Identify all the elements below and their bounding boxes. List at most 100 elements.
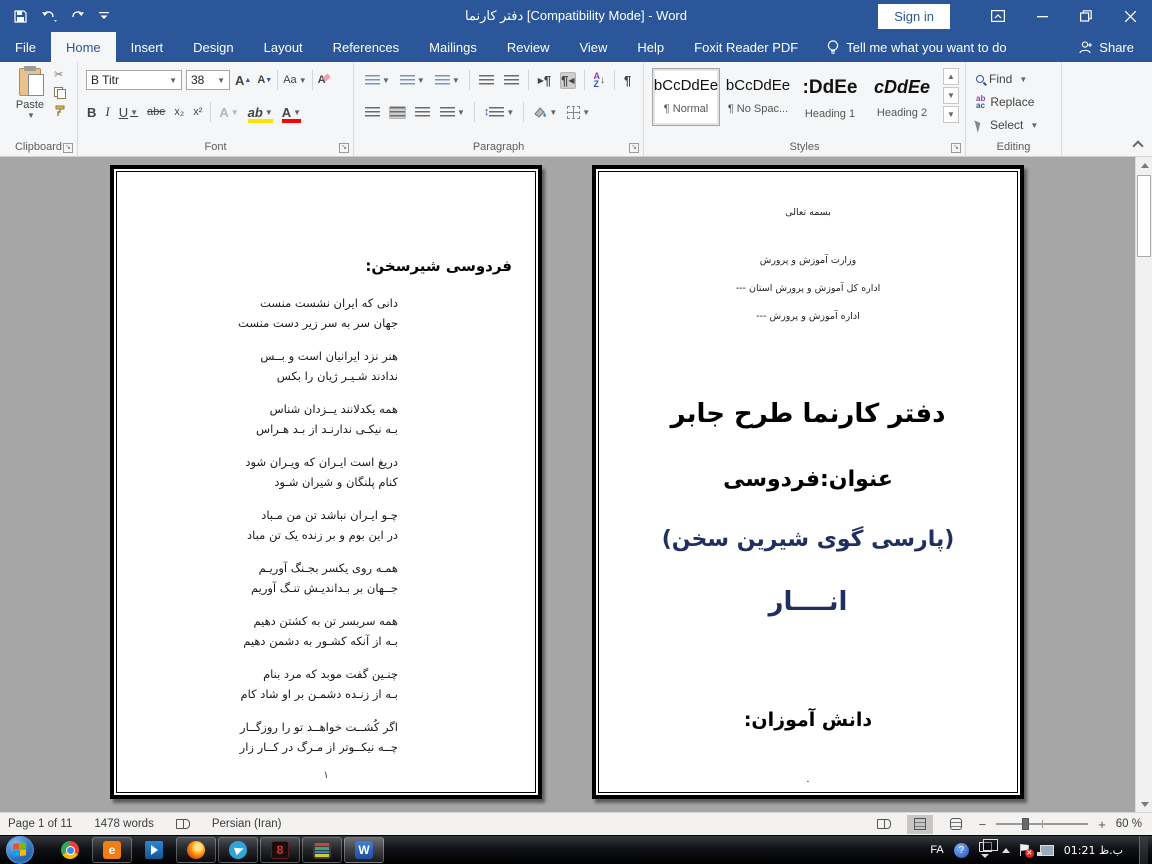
- format-painter-icon[interactable]: [54, 105, 66, 117]
- tab-design[interactable]: Design: [178, 32, 248, 62]
- cut-icon[interactable]: ✂: [54, 68, 66, 81]
- taskbar-chrome-button[interactable]: [50, 837, 90, 863]
- minimize-icon[interactable]: [1020, 0, 1064, 32]
- document-area[interactable]: فردوسی شیرسخن: دانی که ایران نشست منست ج…: [0, 157, 1152, 812]
- select-button[interactable]: Select▼: [976, 118, 1038, 132]
- multilevel-list-icon[interactable]: ▼: [434, 74, 461, 87]
- document-page-poem[interactable]: فردوسی شیرسخن: دانی که ایران نشست منست ج…: [110, 165, 542, 799]
- undo-icon[interactable]: [41, 10, 57, 23]
- font-color-button[interactable]: A▼: [281, 104, 302, 121]
- taskbar-word-button[interactable]: W: [344, 837, 384, 863]
- copy-icon[interactable]: [54, 87, 66, 99]
- tell-me-box[interactable]: Tell me what you want to do: [813, 32, 1020, 62]
- document-page-cover[interactable]: بسمه تعالی وزارت آموزش و پرورش اداره کل …: [592, 165, 1024, 799]
- ribbon-display-icon[interactable]: [976, 0, 1020, 32]
- styles-dialog-launcher[interactable]: ↘: [951, 143, 961, 153]
- styles-scroll-up-icon[interactable]: ▲: [943, 68, 959, 85]
- sort-icon[interactable]: AZ↓: [593, 71, 607, 89]
- start-button[interactable]: [6, 836, 34, 864]
- style-heading2[interactable]: cDdEe Heading 2: [868, 68, 936, 126]
- highlight-color-button[interactable]: ab▼: [247, 104, 274, 121]
- customize-qat-icon[interactable]: [99, 11, 109, 21]
- find-button[interactable]: Find▼: [976, 72, 1027, 86]
- zoom-level[interactable]: 60 %: [1116, 818, 1142, 830]
- vertical-scrollbar[interactable]: [1135, 157, 1152, 812]
- ltr-text-direction-icon[interactable]: ▶¶: [537, 72, 552, 89]
- scrollbar-thumb[interactable]: [1137, 175, 1151, 257]
- share-button[interactable]: Share: [1061, 32, 1152, 62]
- bullets-icon[interactable]: ▼: [364, 74, 391, 87]
- show-desktop-button[interactable]: [1139, 836, 1148, 864]
- tab-mailings[interactable]: Mailings: [414, 32, 492, 62]
- font-name-select[interactable]: B Titr▼: [86, 70, 182, 90]
- replace-button[interactable]: abac Replace: [976, 95, 1034, 109]
- italic-button[interactable]: I: [104, 103, 110, 121]
- subscript-button[interactable]: x₂: [173, 105, 185, 119]
- font-size-select[interactable]: 38▼: [186, 70, 230, 90]
- paste-button[interactable]: Paste ▼: [8, 68, 52, 134]
- clear-formatting-button[interactable]: A: [317, 73, 327, 87]
- taskbar-orange-e-app-button[interactable]: e: [92, 837, 132, 863]
- zoom-out-icon[interactable]: −: [979, 817, 987, 832]
- shrink-font-button[interactable]: A▼: [256, 73, 273, 87]
- clipboard-dialog-launcher[interactable]: ↘: [63, 143, 73, 153]
- action-center-flag-icon[interactable]: ✕: [1020, 844, 1030, 856]
- collapse-ribbon-icon[interactable]: [1132, 140, 1143, 151]
- taskbar-red-8-app-button[interactable]: 8: [260, 837, 300, 863]
- scroll-down-icon[interactable]: [1136, 796, 1152, 812]
- styles-more-icon[interactable]: ▼: [943, 106, 959, 123]
- language-indicator[interactable]: Persian (Iran): [212, 818, 282, 830]
- scroll-up-icon[interactable]: [1136, 157, 1152, 173]
- taskbar-arrow-app-button[interactable]: [134, 837, 174, 863]
- strikethrough-button[interactable]: abe: [146, 105, 166, 119]
- tab-insert[interactable]: Insert: [116, 32, 179, 62]
- save-icon[interactable]: [14, 10, 27, 23]
- align-left-icon[interactable]: [364, 106, 381, 119]
- read-mode-icon[interactable]: [871, 815, 897, 834]
- taskbar-clock[interactable]: ب.ظ 01:21: [1064, 844, 1123, 857]
- tab-help[interactable]: Help: [622, 32, 679, 62]
- print-layout-icon[interactable]: [907, 815, 933, 834]
- network-icon[interactable]: [1040, 845, 1054, 856]
- change-case-button[interactable]: Aa▼: [282, 73, 307, 87]
- line-spacing-icon[interactable]: ↕▼: [483, 105, 515, 119]
- redo-icon[interactable]: [71, 10, 85, 23]
- zoom-in-icon[interactable]: +: [1098, 817, 1106, 832]
- web-layout-icon[interactable]: [943, 815, 969, 834]
- text-effects-button[interactable]: A▼: [218, 104, 239, 121]
- tab-layout[interactable]: Layout: [249, 32, 318, 62]
- style-no-spacing[interactable]: bCcDdEe ¶ No Spac...: [724, 68, 792, 126]
- font-dialog-launcher[interactable]: ↘: [339, 143, 349, 153]
- rtl-text-direction-icon[interactable]: ¶◀: [560, 72, 575, 89]
- taskbar-telegram-button[interactable]: [218, 837, 258, 863]
- taskbar-winrar-button[interactable]: [302, 837, 342, 863]
- tab-review[interactable]: Review: [492, 32, 565, 62]
- underline-button[interactable]: U▼: [118, 104, 139, 121]
- justify-icon[interactable]: ▼: [439, 106, 466, 119]
- decrease-indent-icon[interactable]: [478, 74, 495, 87]
- tab-file[interactable]: File: [0, 32, 51, 62]
- tab-references[interactable]: References: [318, 32, 414, 62]
- tab-foxit-reader-pdf[interactable]: Foxit Reader PDF: [679, 32, 813, 62]
- numbering-icon[interactable]: ▼: [399, 74, 426, 87]
- superscript-button[interactable]: x²: [192, 105, 203, 119]
- show-hide-marks-icon[interactable]: ¶: [623, 72, 632, 89]
- tab-home[interactable]: Home: [51, 32, 116, 62]
- hidden-icons-arrow[interactable]: [1002, 848, 1010, 853]
- borders-icon[interactable]: ▼: [566, 105, 591, 120]
- tab-view[interactable]: View: [564, 32, 622, 62]
- language-switcher[interactable]: FA: [930, 844, 943, 856]
- styles-scroll-down-icon[interactable]: ▼: [943, 87, 959, 104]
- increase-indent-icon[interactable]: [503, 74, 520, 87]
- taskbar-firefox-button[interactable]: [176, 837, 216, 863]
- restore-icon[interactable]: [1064, 0, 1108, 32]
- word-count[interactable]: 1478 words: [94, 818, 153, 830]
- bold-button[interactable]: B: [86, 104, 97, 121]
- style-heading1[interactable]: :DdEe Heading 1: [796, 68, 864, 126]
- close-icon[interactable]: [1108, 0, 1152, 32]
- window-flip-icon[interactable]: [979, 842, 992, 858]
- style-normal[interactable]: bCcDdEe ¶ Normal: [652, 68, 720, 126]
- zoom-slider-thumb[interactable]: [1022, 818, 1029, 830]
- help-icon[interactable]: ?: [954, 843, 969, 858]
- shading-icon[interactable]: ▼: [532, 105, 558, 119]
